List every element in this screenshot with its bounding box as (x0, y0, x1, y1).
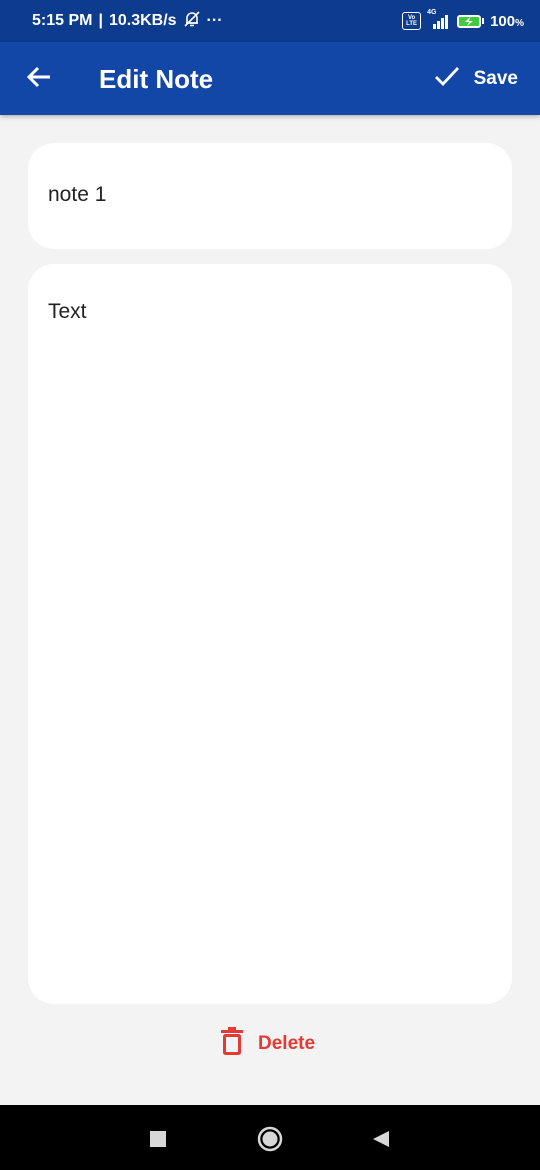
battery-body (457, 14, 482, 28)
edit-note-screen: 5:15 PM | 10.3KB/s ··· Vo LTE 4G 100% Ed… (0, 0, 540, 1170)
check-icon (434, 65, 460, 93)
status-right: Vo LTE 4G 100% (402, 9, 524, 30)
delete-button[interactable]: Delete (220, 1026, 316, 1062)
battery-tip (482, 18, 485, 24)
recents-button[interactable] (143, 1123, 173, 1153)
save-label: Save (473, 68, 518, 89)
status-separator: | (98, 12, 103, 29)
battery-percent: 100% (490, 13, 524, 30)
volte-icon: Vo LTE (402, 12, 422, 30)
system-back-button[interactable] (367, 1123, 397, 1153)
network-speed: 10.3KB/s (108, 12, 177, 29)
battery-unit: % (515, 17, 524, 29)
back-button[interactable] (22, 62, 56, 96)
square-icon (143, 1131, 173, 1157)
arrow-left-icon (26, 64, 52, 95)
battery-value: 100 (490, 12, 516, 30)
note-body-card: Text (28, 264, 512, 1004)
status-time: 5:15 PM (32, 12, 93, 29)
triangle-back-icon (367, 1131, 397, 1157)
notifications-off-icon (183, 10, 201, 33)
note-title-input[interactable]: note 1 (48, 183, 492, 207)
delete-label: Delete (258, 1033, 316, 1054)
navigation-bar (0, 1105, 540, 1170)
battery-icon (457, 14, 485, 28)
page-title: Edit Note (99, 64, 214, 94)
note-title-card: note 1 (28, 143, 512, 249)
save-button[interactable]: Save (434, 62, 518, 96)
status-left: 5:15 PM | 10.3KB/s ··· (32, 10, 223, 33)
status-bar: 5:15 PM | 10.3KB/s ··· Vo LTE 4G 100% (0, 0, 540, 42)
app-bar: Edit Note Save (0, 42, 540, 115)
volte-bottom-label: LTE (406, 21, 417, 27)
trash-icon (220, 1026, 244, 1062)
more-notifications-icon: ··· (206, 12, 223, 29)
home-button[interactable] (255, 1123, 285, 1153)
note-body-input[interactable]: Text (48, 300, 492, 324)
signal-icon: 4G (427, 9, 451, 30)
circle-icon (255, 1126, 285, 1157)
